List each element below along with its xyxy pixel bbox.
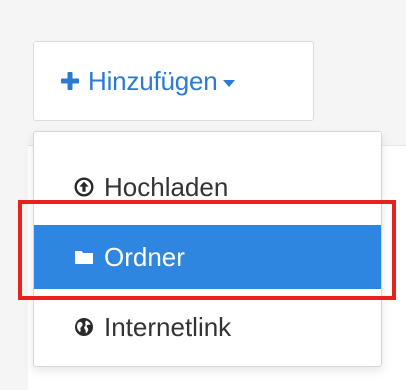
folder-icon	[75, 251, 93, 264]
caret-down-icon	[222, 79, 235, 87]
menu-item-label: Hochladen	[104, 171, 229, 202]
menu-item-ordner[interactable]: Ordner	[34, 225, 381, 289]
add-button-label: Hinzufügen	[88, 66, 218, 96]
add-dropdown-menu: Hochladen Ordner Internetlink	[33, 131, 382, 367]
upload-circle-icon	[74, 177, 94, 197]
menu-item-hochladen[interactable]: Hochladen	[34, 155, 381, 219]
menu-item-label: Ordner	[104, 241, 185, 272]
menu-item-internetlink[interactable]: Internetlink	[34, 295, 381, 359]
menu-item-label: Internetlink	[104, 311, 232, 342]
globe-icon	[75, 318, 93, 336]
plus-icon	[61, 72, 79, 90]
add-button[interactable]: Hinzufügen	[33, 41, 314, 121]
